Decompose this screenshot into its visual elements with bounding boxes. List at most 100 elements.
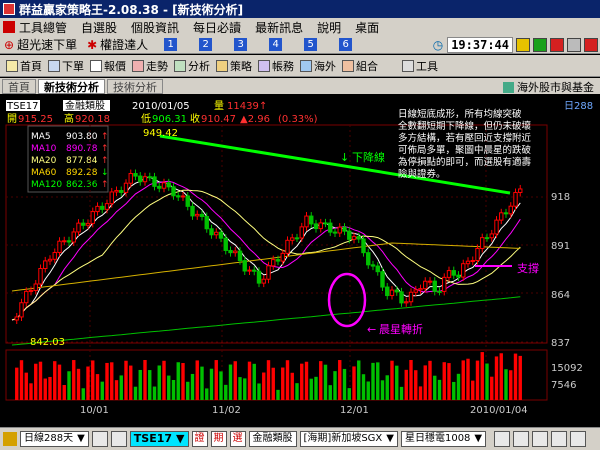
volume-bar-18 [95, 374, 100, 400]
quick-num-5[interactable]: 5 [304, 38, 318, 51]
volume-bar-9 [53, 361, 57, 400]
toolbar-trend[interactable]: 走勢 [132, 58, 168, 74]
period-select[interactable]: 日線288天 ▼ [20, 431, 89, 447]
chevron-down-icon: ▼ [77, 433, 85, 444]
yellow-button[interactable] [516, 38, 530, 52]
quick-warrant[interactable]: 權證達人 [100, 36, 148, 53]
chevron-down-icon-3: ▼ [386, 433, 394, 444]
quick-num-6[interactable]: 6 [339, 38, 353, 51]
menu-tools[interactable]: 工具總管 [19, 19, 67, 36]
chart-area[interactable]: TSE17 金融類股 2010/01/05 量 11439 ↑ 開 915.25… [0, 95, 600, 427]
tools-icon-2[interactable] [551, 431, 568, 447]
settings-icon[interactable] [570, 431, 587, 447]
toolbar-home[interactable]: 首頁 [6, 58, 42, 74]
candle-body-88 [427, 280, 433, 283]
toolbar-strategy[interactable]: 策略 [216, 58, 252, 74]
volume-bar-72 [352, 366, 356, 400]
volume-bar-96 [466, 358, 470, 400]
candle-body-78 [380, 271, 385, 288]
quick-num-1[interactable]: 1 [164, 38, 178, 51]
candle-body-67 [328, 222, 333, 233]
candle-body-86 [418, 288, 423, 291]
menu-stock-info[interactable]: 個股資訊 [131, 19, 179, 36]
green-button[interactable] [533, 38, 547, 52]
candlestick-chart[interactable]: TSE17 金融類股 2010/01/05 量 11439 ↑ 開 915.25… [0, 95, 600, 427]
candle-body-58 [285, 239, 290, 254]
candle-body-42 [209, 228, 214, 236]
quick-order[interactable]: 超光速下單 [17, 36, 77, 53]
volume-bar-11 [62, 385, 66, 400]
tools-icon [402, 59, 414, 72]
account-icon [258, 59, 270, 72]
plus-icon[interactable] [494, 431, 511, 447]
candle-body-32 [161, 182, 167, 189]
menu-help[interactable]: 說明 [317, 19, 341, 36]
menu-app-icon[interactable] [3, 21, 15, 33]
volume-bar-35 [176, 362, 180, 400]
tab-new-analysis[interactable]: 新技術分析 [38, 78, 105, 94]
volume-bar-1 [15, 367, 19, 400]
candle-body-100 [484, 237, 490, 240]
tab-home[interactable]: 首頁 [2, 78, 36, 94]
toolbar-combo[interactable]: 組合 [342, 58, 378, 74]
draw-icon[interactable] [532, 431, 549, 447]
candle-body-6 [38, 268, 43, 285]
gray-button[interactable] [567, 38, 581, 52]
candle-body-104 [503, 212, 509, 215]
volume-bar-103 [499, 353, 503, 400]
pct-value: (0.33%) [278, 114, 318, 125]
candle-body-3 [24, 290, 29, 304]
bottom-bar: 日線288天 ▼ TSE17 ▼ 證 期 選 金融類股 [海期]新加坡SGX ▼ 星日… [0, 427, 600, 450]
toolbar-analysis[interactable]: 分析 [174, 58, 210, 74]
menu-news[interactable]: 最新訊息 [255, 19, 303, 36]
candle-body-24 [123, 182, 129, 193]
quick-num-4[interactable]: 4 [269, 38, 283, 51]
toolbar-account[interactable]: 帳務 [258, 58, 294, 74]
contract-select[interactable]: 星日穩電1008 ▼ [400, 431, 487, 447]
btn-stock[interactable]: 證 [191, 431, 208, 447]
nav-right-button[interactable] [110, 431, 127, 447]
ma-line-10 [11, 180, 521, 321]
ma-legend-arrow-1: ↑ [101, 144, 109, 154]
toolbar-quote[interactable]: 報價 [90, 58, 126, 74]
quick-num-2[interactable]: 2 [199, 38, 213, 51]
candle-body-40 [199, 213, 205, 218]
overseas-link[interactable]: 海外股市與基金 [503, 79, 594, 95]
quick-num-3[interactable]: 3 [234, 38, 248, 51]
menu-watchlist[interactable]: 自選股 [81, 19, 117, 36]
volume-bar-64 [314, 376, 318, 400]
candle-body-93 [451, 270, 456, 276]
candle-body-10 [57, 240, 62, 253]
candle-body-44 [218, 231, 224, 239]
toolbar-tools[interactable]: 工具 [402, 58, 438, 74]
red-button[interactable] [550, 38, 564, 52]
volume-bar-32 [162, 360, 166, 400]
ma-legend-arrow-3: ↓ [101, 168, 109, 178]
volume-bar-58 [285, 360, 290, 400]
symbol-input[interactable]: TSE17 ▼ [129, 431, 189, 447]
menu-desktop[interactable]: 桌面 [355, 19, 379, 36]
volume-bar-73 [357, 360, 361, 400]
volume-bar-107 [518, 355, 522, 400]
volume-bar-3 [24, 372, 28, 400]
btn-options[interactable]: 選 [229, 431, 246, 447]
volume-bar-83 [404, 369, 408, 400]
candle-body-38 [190, 205, 195, 217]
menu-daily[interactable]: 每日必讀 [193, 19, 241, 36]
tab-analysis[interactable]: 技術分析 [107, 78, 163, 94]
date-tick-2: 12/01 [340, 405, 369, 416]
close-icon[interactable] [584, 38, 598, 52]
overseas-select[interactable]: [海期]新加坡SGX ▼ [299, 431, 398, 447]
candle-body-95 [461, 263, 466, 278]
candles [14, 169, 523, 324]
nav-left-button[interactable] [91, 431, 108, 447]
candle-body-84 [408, 291, 414, 303]
symbol-label: TSE17 [6, 101, 39, 112]
candle-body-2 [19, 302, 24, 318]
btn-futures[interactable]: 期 [210, 431, 227, 447]
volume-bar-102 [494, 356, 499, 400]
crosshair-icon[interactable] [513, 431, 530, 447]
toolbar-overseas[interactable]: 海外 [300, 58, 336, 74]
volume-bar-28 [143, 360, 147, 400]
toolbar-order[interactable]: 下單 [48, 58, 84, 74]
